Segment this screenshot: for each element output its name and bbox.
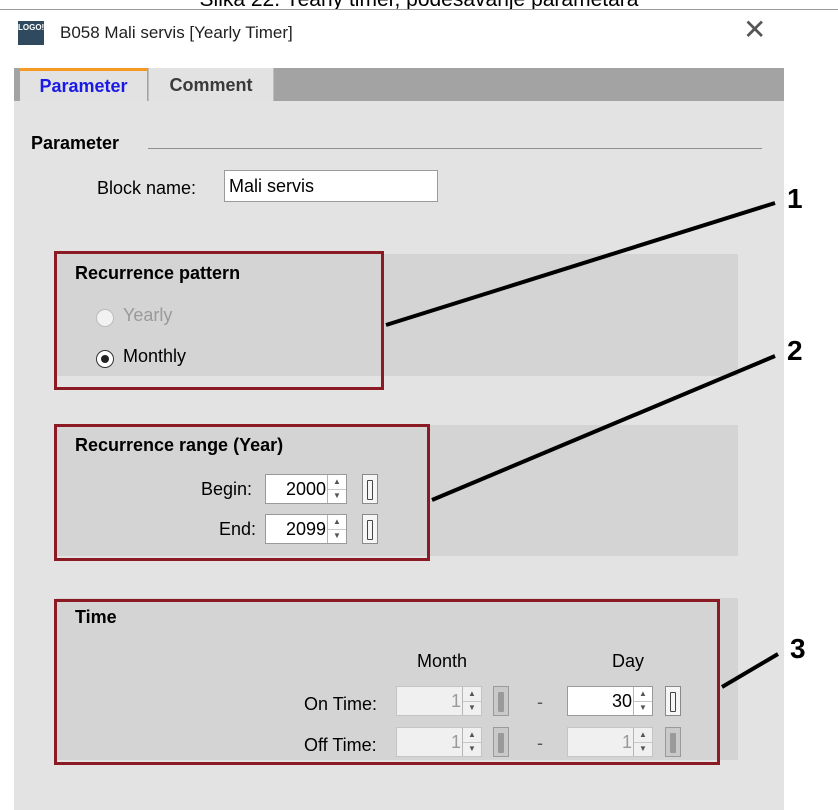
callout-number-2: 2 [787,335,803,366]
callout-number-3: 3 [790,633,806,664]
callout-line-3 [720,652,780,689]
callout-number-1: 1 [787,183,803,214]
callout-line-2 [431,354,776,502]
callout-leader-lines [385,201,780,689]
callout-line-1 [385,201,776,327]
